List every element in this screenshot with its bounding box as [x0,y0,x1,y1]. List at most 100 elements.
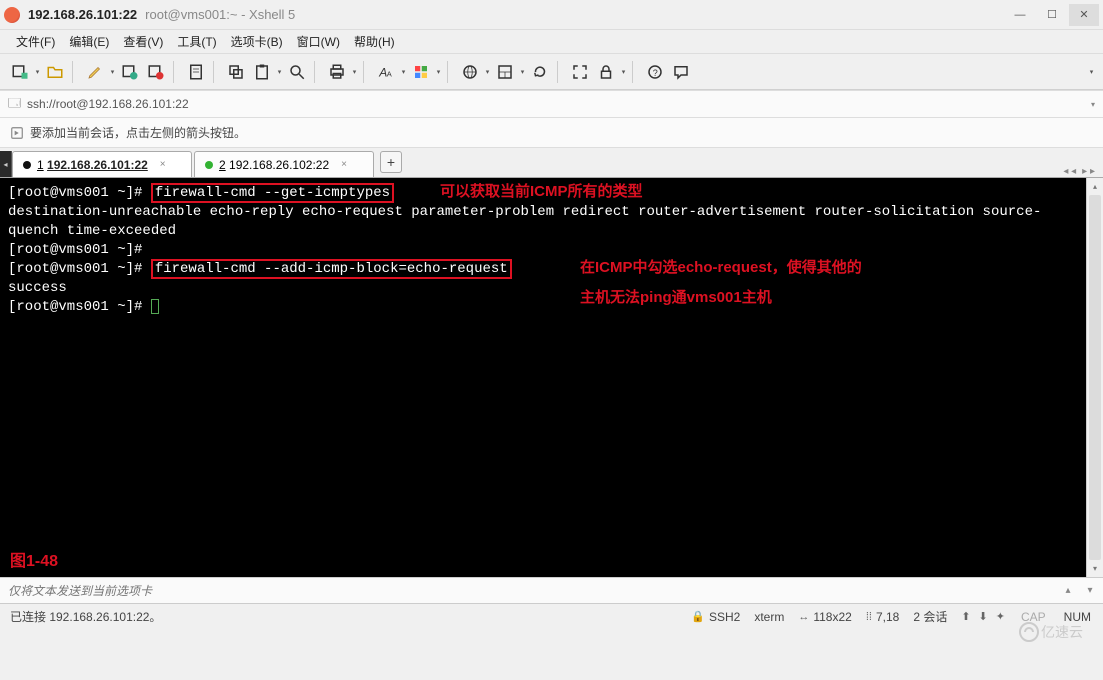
tab-nav: ◂ ◂ ▸ ▸ [1063,166,1103,177]
svg-text:A: A [387,69,392,78]
reconnect-icon[interactable] [118,60,142,84]
menu-window[interactable]: 窗口(W) [291,31,346,52]
window-title-main: 192.168.26.101:22 [28,7,137,22]
tab-close-icon[interactable]: × [160,159,166,170]
status-dot-icon [205,161,213,169]
color-icon[interactable] [409,60,433,84]
status-connection: 已连接 192.168.26.101:22。 [10,608,161,625]
help-icon[interactable]: ? [643,60,667,84]
status-indicators: ⬆⬇✦ [961,610,1005,623]
status-term: xterm [754,610,784,624]
pencil-icon[interactable] [83,60,107,84]
status-dot-icon [23,161,31,169]
menubar: 文件(F) 编辑(E) 查看(V) 工具(T) 选项卡(B) 窗口(W) 帮助(… [0,30,1103,54]
infobar-arrow-icon[interactable] [10,126,24,140]
dropdown-icon[interactable]: ▾ [484,60,491,84]
status-size: ↔118x22 [798,610,851,624]
new-session-icon[interactable] [8,60,32,84]
menu-help[interactable]: 帮助(H) [348,31,401,52]
term-output: destination-unreachable echo-reply echo-… [8,203,1078,241]
input-arrow-down-icon[interactable]: ▾ [1081,582,1099,600]
copy-icon[interactable] [224,60,248,84]
highlighted-command: firewall-cmd --add-icmp-block=echo-reque… [151,259,512,279]
tab-label: 192.168.26.101:22 [47,158,148,172]
dropdown-icon[interactable]: ▾ [109,60,116,84]
scroll-up-icon[interactable]: ▴ [1087,178,1103,195]
address-lock-icon: 🗔 [8,94,21,115]
terminal[interactable]: [root@vms001 ~]# firewall-cmd --get-icmp… [0,178,1086,577]
status-sessions: 2 会话 [913,608,947,625]
lock-small-icon: 🔒 [691,610,705,623]
minimize-button[interactable]: — [1005,4,1035,26]
print-icon[interactable] [325,60,349,84]
dropdown-icon[interactable]: ▾ [276,60,283,84]
disconnect-icon[interactable] [144,60,168,84]
svg-text:?: ? [653,67,658,77]
tab-label: 192.168.26.102:22 [229,158,329,172]
cursor-icon [151,299,159,314]
multi-send-input[interactable] [0,584,1059,598]
resize-icon: ↔ [798,611,809,623]
layout-icon[interactable] [493,60,517,84]
figure-label: 图1-48 [10,552,58,571]
tab-add-button[interactable]: + [380,151,402,173]
properties-icon[interactable] [184,60,208,84]
dropdown-icon[interactable]: ▾ [435,60,442,84]
chat-icon[interactable] [669,60,693,84]
menu-tools[interactable]: 工具(T) [171,31,222,52]
addressbar-dropdown-icon[interactable]: ▾ [1091,100,1095,109]
numlock-indicator: NUM [1062,610,1093,624]
titlebar: 192.168.26.101:22 root@vms001:~ - Xshell… [0,0,1103,30]
capslock-indicator: CAP [1019,610,1048,624]
menu-edit[interactable]: 编辑(E) [63,31,115,52]
globe-icon[interactable] [458,60,482,84]
tab-nav-right-icon[interactable]: ▸ ▸ [1082,166,1095,177]
tab-row: ◂ 1 192.168.26.101:22 × 2 192.168.26.102… [0,148,1103,178]
dropdown-icon[interactable]: ▾ [34,60,41,84]
search-icon[interactable] [285,60,309,84]
input-arrow-up-icon[interactable]: ▴ [1059,582,1077,600]
toolbar: ▾ ▾ ▾ ▾ AA▾ ▾ ▾ ▾ ▾ ? ▾ [0,54,1103,90]
toolbar-overflow-icon[interactable]: ▾ [1088,60,1095,84]
addressbar[interactable]: 🗔 ssh://root@192.168.26.101:22 ▾ [0,90,1103,118]
fullscreen-icon[interactable] [568,60,592,84]
open-icon[interactable] [43,60,67,84]
tab-prefix: 1 [37,158,44,172]
dropdown-icon[interactable]: ▾ [351,60,358,84]
window-title-sub: root@vms001:~ - Xshell 5 [145,7,295,22]
scroll-thumb[interactable] [1089,195,1101,560]
status-pos: ⁞⁞7,18 [866,610,899,624]
statusbar: 已连接 192.168.26.101:22。 🔒SSH2 xterm ↔118x… [0,603,1103,629]
input-row: ▴ ▾ [0,577,1103,603]
dropdown-icon[interactable]: ▾ [400,60,407,84]
term-output: success [8,279,1078,298]
dropdown-icon[interactable]: ▾ [519,60,526,84]
maximize-button[interactable]: ☐ [1037,4,1067,26]
term-prompt: [root@vms001 ~]# [8,298,1078,317]
menu-file[interactable]: 文件(F) [10,31,61,52]
infobar: 要添加当前会话，点击左侧的箭头按钮。 [0,118,1103,148]
tab-prefix: 2 [219,158,226,172]
term-line: [root@vms001 ~]# firewall-cmd --add-icmp… [8,260,1078,279]
annotation: 可以获取当前ICMP所有的类型 [440,182,643,201]
tab-active[interactable]: 1 192.168.26.101:22 × [12,151,192,177]
lock-icon[interactable] [594,60,618,84]
menu-tab[interactable]: 选项卡(B) [225,31,289,52]
terminal-scrollbar[interactable]: ▴ ▾ [1086,178,1103,577]
refresh-icon[interactable] [528,60,552,84]
address-text: ssh://root@192.168.26.101:22 [27,97,189,111]
tab-inactive[interactable]: 2 192.168.26.102:22 × [194,151,374,177]
dropdown-icon[interactable]: ▾ [620,60,627,84]
tab-close-icon[interactable]: × [341,159,347,170]
close-button[interactable]: ✕ [1069,4,1099,26]
font-icon[interactable]: AA [374,60,398,84]
status-ssh: 🔒SSH2 [691,610,740,624]
scroll-down-icon[interactable]: ▾ [1087,560,1103,577]
tab-nav-left-icon[interactable]: ◂ ◂ [1063,166,1076,177]
app-icon [4,7,20,23]
tab-handle[interactable]: ◂ [0,151,12,177]
term-prompt: [root@vms001 ~]# [8,241,1078,260]
annotation: 在ICMP中勾选echo-request，使得其他的 [580,258,862,277]
menu-view[interactable]: 查看(V) [117,31,169,52]
paste-icon[interactable] [250,60,274,84]
